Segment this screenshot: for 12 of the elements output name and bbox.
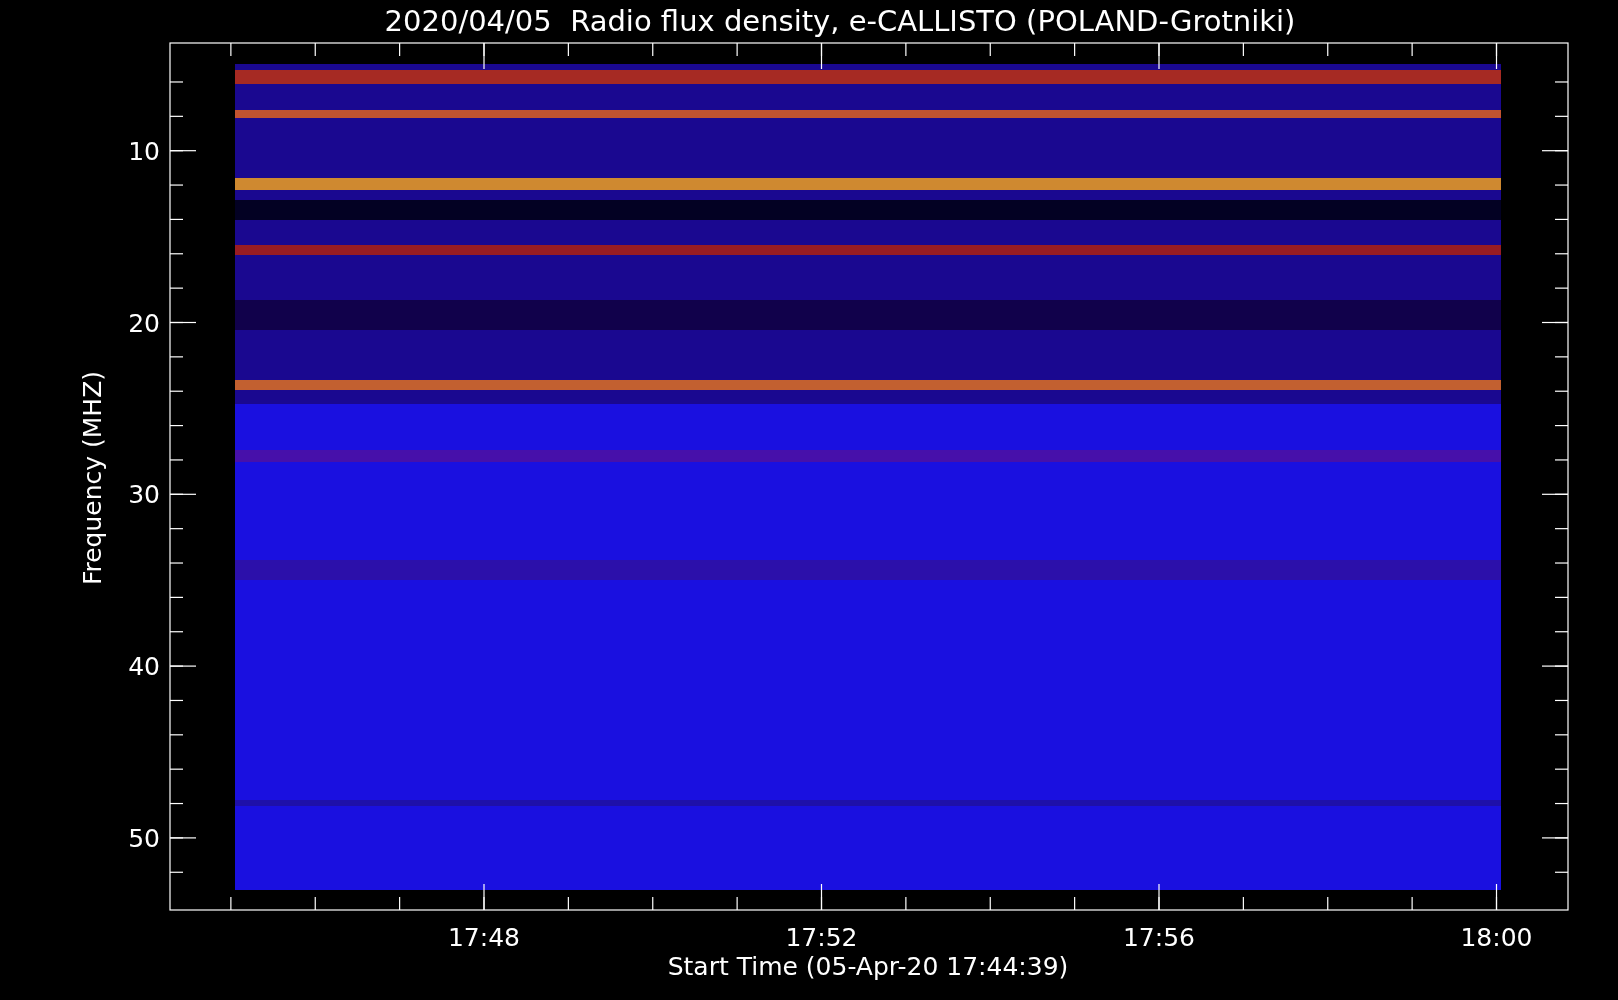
x-axis-title: Start Time (05-Apr-20 17:44:39) bbox=[667, 952, 1069, 981]
x-tick-label: 17:48 bbox=[448, 923, 520, 952]
x-tick-label: 18:00 bbox=[1460, 923, 1533, 952]
x-tick-label: 17:52 bbox=[785, 923, 858, 952]
x-tick-label: 17:56 bbox=[1123, 923, 1195, 952]
y-tick-label: 20 bbox=[128, 308, 160, 338]
y-tick-label: 30 bbox=[128, 480, 160, 510]
y-tick-label: 40 bbox=[128, 652, 160, 682]
plot-title: 2020/04/05 Radio flux density, e-CALLISTO (POLAND-Grotniki) bbox=[384, 4, 1296, 38]
y-tick-label: 10 bbox=[128, 136, 160, 166]
y-tick-label: 50 bbox=[128, 823, 160, 853]
y-axis-title: Frequency (MHZ) bbox=[78, 370, 107, 586]
